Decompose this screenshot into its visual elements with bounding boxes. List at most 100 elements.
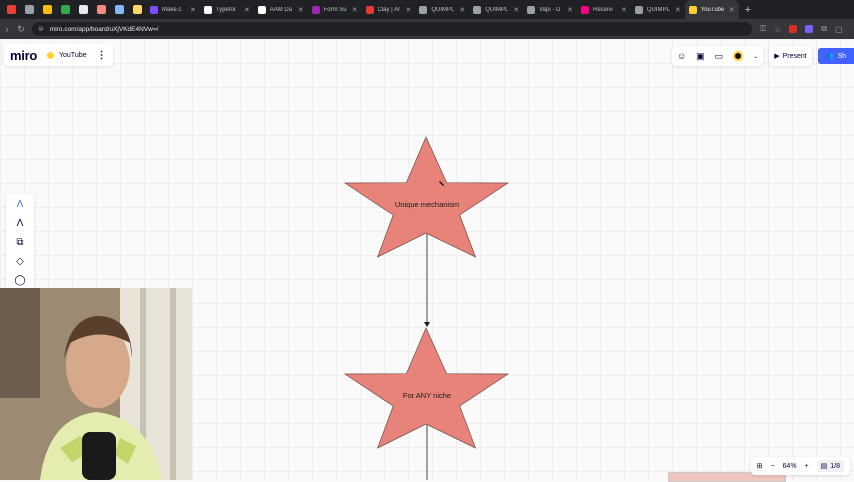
tab-pinned[interactable] — [20, 0, 38, 19]
shapes-tool-icon[interactable]: ⧉ — [12, 236, 28, 249]
extension-icon[interactable] — [789, 25, 798, 33]
browser-tab[interactable]: AAM Da ✕ — [254, 0, 308, 19]
comments-icon[interactable]: ▣ — [696, 51, 705, 62]
browser-tab-bar: Make.c ✕ Typefor ✕ AAM Da ✕ Form Su ✕ Clay | Ar ✕… — [0, 0, 854, 19]
tab-close-icon[interactable]: ✕ — [513, 6, 519, 14]
tab-favicon-icon — [473, 5, 482, 14]
page-indicator: 1/8 — [830, 462, 840, 470]
more-options-icon[interactable]: ⋮ — [97, 50, 107, 61]
video-call-icon[interactable]: ▭ — [715, 51, 724, 62]
webcam-overlay — [0, 288, 192, 480]
site-info-icon[interactable]: ⊜ — [38, 25, 44, 33]
tab-close-icon[interactable]: ✕ — [675, 6, 681, 14]
users-icon: 👥 — [825, 53, 835, 60]
extension-icon[interactable] — [805, 25, 814, 33]
tab-close-icon[interactable]: ✕ — [244, 6, 250, 14]
tab-pinned[interactable] — [92, 0, 110, 19]
tab-pinned[interactable] — [110, 0, 128, 19]
url-field[interactable]: ⊜ miro.com/app/board/uXjVKdE4NVw=/ — [32, 22, 752, 36]
share-button[interactable]: 👥 Sh — [817, 48, 854, 64]
tab-pinned[interactable] — [128, 0, 146, 19]
frames-icon: ▤ — [820, 463, 828, 470]
tab-title: Form Su — [323, 6, 347, 13]
tab-title: QUIMPL — [431, 6, 455, 13]
tab-close-icon[interactable]: ✕ — [459, 6, 465, 14]
bookmark-star-icon[interactable]: ☆ — [774, 25, 781, 34]
star-label-1[interactable]: Unique mechanism — [367, 200, 487, 209]
reload-icon[interactable]: ↻ — [14, 24, 28, 35]
select-pen-tool-icon[interactable]: Ʌ — [12, 198, 28, 211]
left-toolbar: Ʌ Ʌ ⧉ ◇ ◯ — [6, 194, 34, 291]
tab-title: Receivi — [593, 6, 613, 13]
browser-tab[interactable]: Typefor ✕ — [200, 0, 254, 19]
board-name: YouTube — [58, 51, 87, 59]
webcam-person-image — [0, 288, 192, 480]
forward-icon[interactable]: › — [0, 24, 14, 34]
tab-title: Vapi - D — [539, 6, 561, 13]
tab-close-icon[interactable]: ✕ — [406, 6, 412, 14]
tab-close-icon[interactable]: ✕ — [567, 6, 573, 14]
tab-favicon-icon — [365, 5, 374, 14]
eraser-tool-icon[interactable]: ◇ — [12, 255, 28, 268]
top-right-toolbar: ☺ ▣ ▭ ⌄ ▶ Present 👥 Sh — [671, 46, 854, 66]
tab-title: AAM Da — [269, 6, 293, 13]
browser-tab[interactable]: Vapi - D ✕ — [523, 0, 577, 19]
tab-title: QUIMPL — [485, 6, 509, 13]
new-tab-button[interactable]: + — [739, 4, 751, 16]
browser-tab[interactable]: QUIMPL ✕ — [631, 0, 685, 19]
present-label: Present — [782, 52, 807, 60]
tab-favicon-icon — [203, 5, 212, 14]
miro-logo[interactable]: miro — [10, 48, 37, 63]
tab-favicon-icon — [688, 5, 697, 14]
extensions-puzzle-icon[interactable]: ⧉ — [821, 24, 827, 34]
tab-close-icon[interactable]: ✕ — [621, 6, 627, 14]
browser-tab[interactable]: Make.c ✕ — [146, 0, 200, 19]
tab-favicon-icon — [581, 5, 589, 14]
tab-favicon-icon — [150, 5, 158, 14]
url-text: miro.com/app/board/uXjVKdE4NVw=/ — [49, 25, 159, 33]
tab-close-icon[interactable]: ✕ — [190, 6, 196, 14]
tab-close-icon[interactable]: ✕ — [352, 6, 358, 14]
tab-favicon-icon — [527, 5, 536, 14]
browser-tab[interactable]: Form Su ✕ — [308, 0, 362, 19]
browser-tab[interactable]: Clay | Ar ✕ — [362, 0, 416, 19]
board-name-button[interactable]: YouTube — [46, 51, 87, 59]
reactions-icon[interactable]: ☺ — [677, 51, 686, 61]
zoom-out-button[interactable]: − — [770, 463, 774, 470]
frames-button[interactable]: ▤ 1/8 — [816, 460, 844, 472]
tab-search-icon[interactable]: ▢ — [835, 25, 843, 34]
tab-pinned[interactable] — [56, 0, 74, 19]
user-avatar[interactable] — [733, 51, 744, 61]
fit-to-screen-icon[interactable]: ⊞ — [757, 462, 763, 470]
zoom-in-button[interactable]: + — [805, 463, 809, 470]
tab-favicon-icon — [419, 5, 428, 14]
tab-pinned[interactable] — [2, 0, 20, 19]
tab-pinned[interactable] — [74, 0, 92, 19]
star-label-2[interactable]: For ANY niche — [367, 391, 487, 400]
tab-title: Typefor — [215, 6, 236, 13]
browser-tab[interactable]: YouTube ✕ — [684, 0, 739, 19]
play-icon: ▶ — [774, 53, 780, 60]
tab-close-icon[interactable]: ✕ — [729, 6, 735, 14]
tab-title: YouTube — [700, 6, 725, 13]
tab-favicon-icon — [311, 5, 320, 14]
tab-favicon-icon — [634, 5, 643, 14]
tab-pinned[interactable] — [38, 0, 56, 19]
browser-tab[interactable]: Receivi ✕ — [577, 0, 631, 19]
browser-tab[interactable]: QUIMPL ✕ — [469, 0, 523, 19]
zoom-controls: ⊞ − 64% + ▤ 1/8 — [750, 457, 850, 475]
lasso-tool-icon[interactable]: ◯ — [12, 274, 28, 287]
tab-title: Clay | Ar — [377, 6, 401, 13]
tab-favicon-icon — [257, 5, 266, 14]
zoom-level[interactable]: 64% — [783, 463, 797, 470]
lightbulb-icon — [46, 51, 54, 59]
highlighter-tool-icon[interactable]: Ʌ — [12, 217, 28, 230]
present-button[interactable]: ▶ Present — [774, 52, 807, 61]
tab-title: QUIMPL — [646, 6, 670, 13]
key-icon[interactable]: ⚿ — [760, 24, 766, 34]
tab-title: Make.c — [162, 6, 182, 13]
chevron-down-icon[interactable]: ⌄ — [753, 53, 758, 60]
share-label: Sh — [837, 52, 846, 60]
tab-close-icon[interactable]: ✕ — [298, 6, 304, 14]
browser-tab[interactable]: QUIMPL ✕ — [415, 0, 469, 19]
